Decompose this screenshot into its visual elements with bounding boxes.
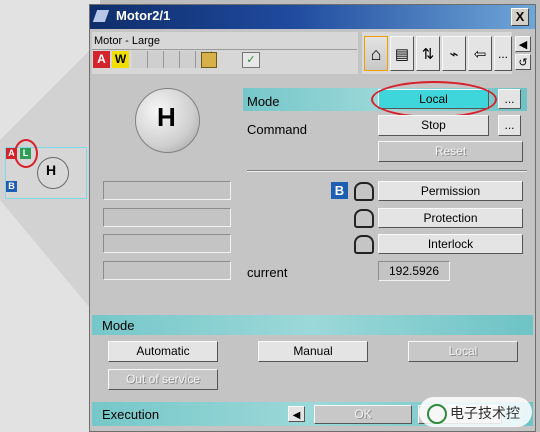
motor-symbol[interactable]: H	[135, 88, 200, 153]
flag-w: W	[112, 51, 129, 68]
window-title: Motor2/1	[116, 8, 171, 23]
manual-label: Manual	[293, 344, 333, 358]
info-field-2	[103, 208, 231, 227]
interlock-button[interactable]: Interlock	[378, 234, 523, 254]
protection-lock-icon	[354, 209, 374, 228]
info-field-1	[103, 181, 231, 200]
manual-button[interactable]: Manual	[258, 341, 368, 362]
status-flags: A W ✓	[92, 49, 357, 68]
command-value-text: Stop	[421, 118, 446, 132]
scale-icon[interactable]: ⇅	[416, 36, 440, 71]
current-value: 192.5926	[378, 261, 450, 281]
document-icon[interactable]: ▤	[390, 36, 414, 71]
check-icon: ✓	[242, 52, 260, 68]
permission-b-badge: B	[331, 182, 348, 199]
watermark: 电子技术控	[419, 397, 532, 427]
empty-flag-slots	[132, 51, 212, 68]
toolbar: ⌂ ▤ ⇅ ⌁ ⇦ ...	[362, 32, 512, 74]
protection-button[interactable]: Protection	[378, 208, 523, 228]
protection-label: Protection	[423, 211, 478, 225]
automatic-label: Automatic	[136, 344, 190, 358]
more-icon-label: ...	[497, 47, 508, 61]
automatic-button[interactable]: Automatic	[108, 341, 218, 362]
control-area: H Mode Local ... Command Stop ... Reset …	[92, 75, 533, 315]
section-divider	[247, 170, 527, 171]
lock-icon	[201, 52, 217, 68]
mode-more-button[interactable]: ...	[498, 89, 521, 109]
local-button[interactable]: Local	[408, 341, 518, 362]
execution-label: Execution	[102, 407, 160, 422]
info-field-4	[103, 261, 231, 280]
interlock-lock-icon	[354, 235, 374, 254]
info-field-3	[103, 234, 231, 253]
motor-symbol-glyph: H	[157, 102, 176, 132]
more-icon[interactable]: ...	[494, 36, 512, 71]
permission-lock-icon	[354, 182, 374, 201]
execution-speaker-icon[interactable]: ◀	[288, 406, 305, 422]
motor-faceplate-window: Motor2/1 X Motor - Large A W ✓ ⌂ ▤ ⇅ ⌁ ⇦…	[89, 4, 536, 432]
flag-a: A	[93, 51, 110, 68]
local-label: Local	[448, 344, 478, 358]
permission-button[interactable]: Permission	[378, 181, 523, 201]
wechat-icon	[427, 404, 447, 424]
close-button[interactable]: X	[511, 8, 529, 26]
trend-icon[interactable]: ⌁	[442, 36, 466, 71]
window-titlebar[interactable]: Motor2/1 X	[90, 5, 535, 29]
mini-badge-b: B	[6, 181, 17, 192]
mini-motor-symbol[interactable]: H	[37, 157, 69, 189]
mini-highlight-ring	[14, 139, 38, 168]
command-label: Command	[247, 122, 307, 137]
reset-button[interactable]: Reset	[378, 141, 523, 162]
mode-section-header: Mode	[92, 315, 533, 335]
permission-label: Permission	[420, 184, 481, 198]
out-of-service-button[interactable]: Out of service	[108, 369, 218, 390]
ok-button[interactable]: OK	[314, 405, 412, 424]
out-of-service-label: Out of service	[125, 372, 201, 386]
command-more-button[interactable]: ...	[498, 115, 521, 136]
back-icon[interactable]: ⇦	[468, 36, 492, 71]
current-label: current	[247, 265, 288, 280]
mode-more-text: ...	[504, 92, 515, 106]
speaker-icon[interactable]: ◀	[515, 36, 531, 52]
feather-icon	[92, 10, 110, 22]
status-bar: Motor - Large A W ✓	[92, 32, 358, 74]
command-more-text: ...	[504, 118, 515, 132]
mini-motor-glyph: H	[46, 162, 57, 178]
mode-options-area: Automatic Manual Local Out of service	[92, 335, 533, 399]
device-name: Motor - Large	[94, 35, 161, 47]
undo-icon[interactable]: ↺	[515, 54, 531, 70]
reset-label: Reset	[434, 144, 467, 158]
mini-faceplate[interactable]: A L H B	[5, 139, 87, 199]
ok-label: OK	[354, 407, 372, 421]
mode-label: Mode	[247, 94, 280, 109]
command-field[interactable]: Stop	[378, 115, 489, 136]
interlock-label: Interlock	[427, 237, 474, 251]
mode-section-title: Mode	[102, 318, 135, 333]
watermark-text: 电子技术控	[450, 405, 520, 421]
home-icon[interactable]: ⌂	[364, 36, 388, 71]
mode-highlight-ring	[371, 81, 497, 118]
